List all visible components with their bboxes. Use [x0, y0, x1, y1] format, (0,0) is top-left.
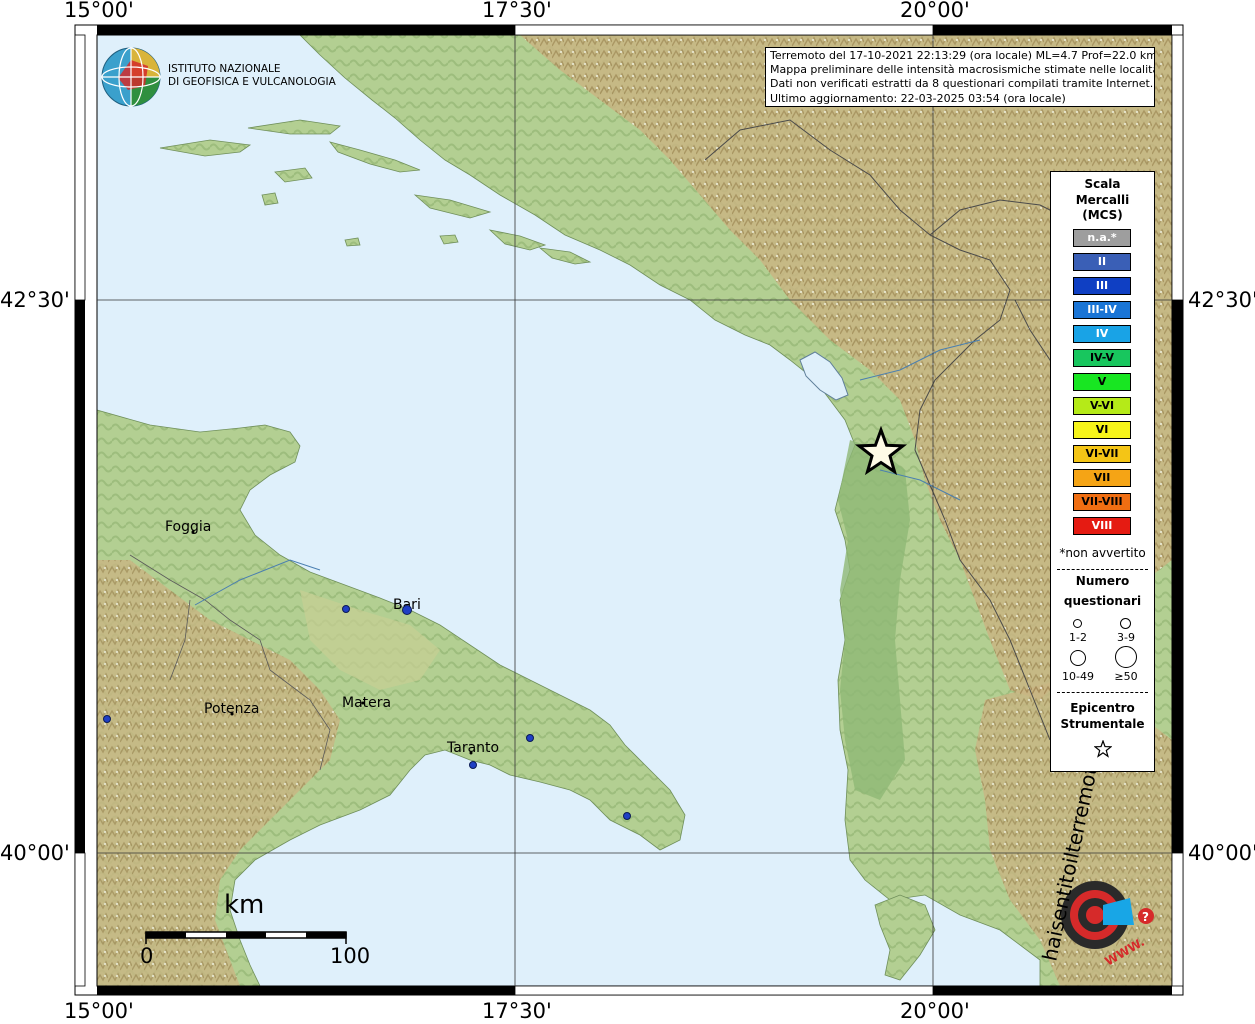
questionnaires-title-line: Numero	[1075, 574, 1130, 588]
epicenter-title-line: Epicentro	[1070, 701, 1135, 715]
observation-dot	[623, 812, 631, 820]
intensity-swatch: VI	[1073, 421, 1131, 439]
size-class-label: 3-9	[1117, 631, 1135, 644]
intensity-swatch: VI-VII	[1073, 445, 1131, 463]
legend-separator	[1057, 569, 1148, 570]
axis-label-bottom: 17°30'	[482, 999, 552, 1023]
observation-dot	[469, 761, 477, 769]
size-class-label: 1-2	[1069, 631, 1087, 644]
intensity-swatch: IV	[1073, 325, 1131, 343]
intensity-swatch: n.a.*	[1073, 229, 1131, 247]
axis-label-top: 17°30'	[482, 0, 552, 22]
axis-label-top: 20°00'	[900, 0, 970, 22]
intensity-swatch: V-VI	[1073, 397, 1131, 415]
intensity-swatch: II	[1073, 253, 1131, 271]
city-label-matera: Matera	[342, 695, 391, 711]
size-circle-icon	[1073, 619, 1082, 628]
intensity-swatch: VII	[1073, 469, 1131, 487]
intensity-legend: Scala Mercalli (MCS) n.a.* II III III-IV IV I…	[1050, 171, 1155, 772]
axis-label-bottom: 15°00'	[64, 999, 134, 1023]
observation-dot	[103, 715, 111, 723]
info-line: Mappa preliminare delle intensità macros…	[770, 63, 1155, 77]
legend-title-line: Mercalli	[1075, 192, 1130, 207]
axis-label-bottom: 20°00'	[900, 999, 970, 1023]
intensity-swatch: III	[1073, 277, 1131, 295]
axis-label-right: 42°30'	[1188, 288, 1255, 312]
size-circle-icon	[1115, 646, 1137, 668]
axis-label-right: 40°00'	[1188, 841, 1255, 865]
not-felt-note: *non avvertito	[1059, 546, 1146, 560]
scale-end: 100	[330, 944, 371, 968]
intensity-swatch: IV-V	[1073, 349, 1131, 367]
observation-dot	[402, 605, 412, 615]
questionnaires-title-line: questionari	[1063, 594, 1142, 608]
size-circle-icon	[1120, 618, 1131, 629]
intensity-swatch: VII-VIII	[1073, 493, 1131, 511]
info-line: Dati non verificati estratti da 8 questi…	[770, 77, 1154, 91]
institute-name-line: DI GEOFISICA E VULCANOLOGIA	[168, 76, 336, 88]
epicenter-title-line: Strumentale	[1060, 717, 1145, 731]
axis-label-left: 40°00'	[0, 841, 70, 865]
earthquake-info-box: Terremoto del 17-10-2021 22:13:29 (ora l…	[765, 47, 1155, 107]
legend-title: Scala Mercalli (MCS)	[1051, 177, 1154, 224]
axis-label-top: 15°00'	[64, 0, 134, 22]
size-circle-icon	[1070, 650, 1086, 666]
institute-name: ISTITUTO NAZIONALE DI GEOFISICA E VULCAN…	[168, 63, 336, 89]
intensity-swatch: VIII	[1073, 517, 1131, 535]
city-label-foggia: Foggia	[165, 519, 211, 535]
institute-name-line: ISTITUTO NAZIONALE	[168, 63, 281, 75]
svg-text:?: ?	[1142, 910, 1149, 924]
size-class-label: ≥50	[1114, 670, 1138, 683]
legend-separator	[1057, 692, 1148, 693]
city-label-potenza: Potenza	[204, 701, 259, 717]
scale-unit: km	[224, 890, 265, 920]
legend-title-line: (MCS)	[1082, 208, 1123, 222]
info-line: Terremoto del 17-10-2021 22:13:29 (ora l…	[770, 49, 1155, 62]
legend-title-line: Scala	[1084, 177, 1121, 191]
observation-dot	[526, 734, 534, 742]
ingv-logo-icon	[101, 47, 161, 107]
intensity-swatch: V	[1073, 373, 1131, 391]
intensity-swatch: III-IV	[1073, 301, 1131, 319]
observation-dot	[342, 605, 350, 613]
size-class-label: 10-49	[1062, 670, 1094, 683]
city-label-taranto: Taranto	[446, 740, 499, 756]
axis-label-left: 42°30'	[0, 288, 70, 312]
info-line: Ultimo aggiornamento: 22-03-2025 03:54 (…	[770, 91, 1066, 105]
scale-start: 0	[140, 944, 154, 968]
epicenter-star-icon	[1094, 740, 1112, 758]
